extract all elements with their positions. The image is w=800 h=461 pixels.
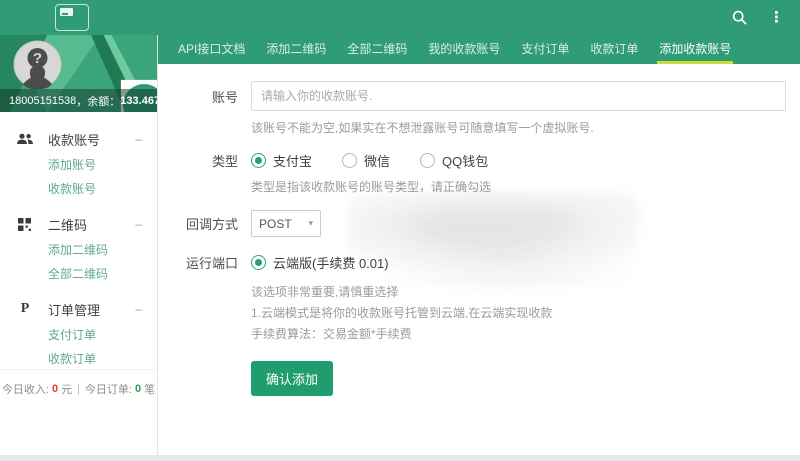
qrcode-icon: [15, 218, 35, 231]
radio-wechat[interactable]: 微信: [342, 151, 390, 170]
sidebar-footer: 今日收入: 0 元 | 今日订单: 0 笔: [0, 369, 157, 397]
menu-group-qrcode: 二维码 – 添加二维码 全部二维码: [0, 210, 157, 286]
type-radio-group: 支付宝 微信 QQ钱包: [251, 151, 488, 170]
account-sep: ，: [76, 93, 87, 109]
topbar: ⋮: [0, 0, 800, 35]
body: ? 18005151538，余额：133.467 ▾: [0, 35, 800, 455]
menu-group-orders: P 订单管理 – 支付订单 收款订单: [0, 295, 157, 369]
sidebar-subitem-pay-orders[interactable]: 支付订单: [0, 323, 157, 347]
type-row: 类型 支付宝 微信 QQ钱包: [180, 151, 786, 170]
sidebar-item-qrcode[interactable]: 二维码 –: [0, 210, 157, 238]
radio-cloud-version[interactable]: 云端版(手续费 0.01): [251, 253, 389, 272]
app-root: ⋮ ?: [0, 0, 800, 461]
callback-row: 回调方式 POST ▾: [180, 210, 786, 237]
sidebar-subitem-all-qrcode[interactable]: 全部二维码: [0, 262, 157, 286]
income-unit: 元: [61, 381, 72, 397]
port-help-line: 该选项非常重要,请慎重选择: [251, 282, 786, 303]
sidebar-menu: 收款账号 – 添加账号 收款账号: [0, 112, 157, 369]
avatar[interactable]: ?: [13, 40, 62, 89]
search-icon[interactable]: [732, 10, 747, 25]
type-label: 类型: [180, 151, 238, 170]
collapse-icon[interactable]: –: [135, 217, 142, 231]
bottom-strip: [0, 455, 800, 461]
tab-my-accounts[interactable]: 我的收款账号: [426, 35, 502, 64]
paypal-icon: P: [15, 301, 35, 317]
balance-label: 余额：: [87, 93, 120, 109]
account-help: 该账号不能为空,如果实在不想泄露账号可随意填写一个虚拟账号.: [251, 119, 786, 136]
radio-qq-wallet[interactable]: QQ钱包: [420, 151, 488, 170]
orders-value: 0: [135, 383, 141, 395]
orders-label: 今日订单:: [85, 381, 132, 397]
radio-selected-icon: [251, 255, 266, 270]
tab-pay-orders[interactable]: 支付订单: [519, 35, 571, 64]
menu-label: 二维码: [48, 215, 87, 234]
port-label: 运行端口: [180, 253, 238, 272]
flag-glyph-icon: [60, 8, 73, 19]
account-row: 账号: [180, 81, 786, 111]
tab-api-docs[interactable]: API接口文档: [176, 35, 247, 64]
footer-divider: |: [77, 383, 80, 395]
radio-unselected-icon: [420, 153, 435, 168]
orders-unit: 笔: [144, 381, 155, 397]
radio-label: 云端版(手续费 0.01): [273, 253, 389, 272]
watermark: [348, 192, 638, 287]
tab-add-qrcode[interactable]: 添加二维码: [264, 35, 328, 64]
tab-receive-orders[interactable]: 收款订单: [588, 35, 640, 64]
sidebar-subitem-receive-orders[interactable]: 收款订单: [0, 347, 157, 369]
radio-label: 支付宝: [273, 151, 312, 170]
balance-value: 133.467: [120, 95, 157, 107]
logo-icon[interactable]: [55, 4, 89, 31]
main: API接口文档 添加二维码 全部二维码 我的收款账号 支付订单 收款订单 添加收…: [158, 35, 800, 455]
port-row: 运行端口 云端版(手续费 0.01): [180, 253, 786, 272]
form-content: 账号 该账号不能为空,如果实在不想泄露账号可随意填写一个虚拟账号. 类型 支付宝…: [158, 64, 800, 455]
sidebar-subitem-add-account[interactable]: 添加账号: [0, 153, 157, 177]
caret-down-icon: ▾: [308, 218, 313, 229]
port-help: 该选项非常重要,请慎重选择 1.云端模式是将你的收款账号托管到云端,在云端实现收…: [251, 282, 786, 345]
collapse-icon[interactable]: –: [135, 132, 142, 146]
sidebar-item-orders[interactable]: P 订单管理 –: [0, 295, 157, 323]
account-strip[interactable]: 18005151538，余额：133.467 ▾: [0, 89, 157, 112]
radio-label: 微信: [364, 151, 390, 170]
account-label: 账号: [180, 87, 238, 106]
sidebar: ? 18005151538，余额：133.467 ▾: [0, 35, 158, 455]
sidebar-subitem-accounts[interactable]: 收款账号: [0, 177, 157, 201]
account-input[interactable]: [251, 81, 786, 111]
confirm-add-button[interactable]: 确认添加: [251, 361, 333, 396]
menu-label: 收款账号: [48, 130, 100, 149]
svg-text:?: ?: [33, 50, 42, 67]
income-label: 今日收入:: [2, 381, 49, 397]
collapse-icon[interactable]: –: [135, 302, 142, 316]
radio-selected-icon: [251, 153, 266, 168]
port-help-line: 1.云端模式是将你的收款账号托管到云端,在云端实现收款: [251, 303, 786, 324]
type-help: 类型是指该收款账号的账号类型，请正确勾选: [251, 178, 786, 195]
income-value: 0: [52, 383, 58, 395]
radio-label: QQ钱包: [442, 151, 488, 170]
menu-label: 订单管理: [48, 300, 100, 319]
tabbar: API接口文档 添加二维码 全部二维码 我的收款账号 支付订单 收款订单 添加收…: [158, 35, 800, 64]
sidebar-subitem-add-qrcode[interactable]: 添加二维码: [0, 238, 157, 262]
topbar-actions: ⋮: [732, 10, 784, 25]
account-phone: 18005151538: [9, 95, 76, 107]
sidebar-header: ? 18005151538，余额：133.467 ▾: [0, 35, 157, 112]
people-icon: [15, 133, 35, 145]
sidebar-item-accounts[interactable]: 收款账号 –: [0, 125, 157, 153]
tab-add-account[interactable]: 添加收款账号: [657, 35, 733, 64]
radio-alipay[interactable]: 支付宝: [251, 151, 312, 170]
port-help-line: 手续费算法：交易金额*手续费: [251, 324, 786, 345]
callback-label: 回调方式: [180, 214, 238, 233]
kebab-menu-icon[interactable]: ⋮: [769, 10, 784, 25]
menu-group-accounts: 收款账号 – 添加账号 收款账号: [0, 125, 157, 201]
callback-value: POST: [259, 217, 292, 231]
callback-select[interactable]: POST ▾: [251, 210, 321, 237]
radio-unselected-icon: [342, 153, 357, 168]
tab-all-qrcode[interactable]: 全部二维码: [345, 35, 409, 64]
